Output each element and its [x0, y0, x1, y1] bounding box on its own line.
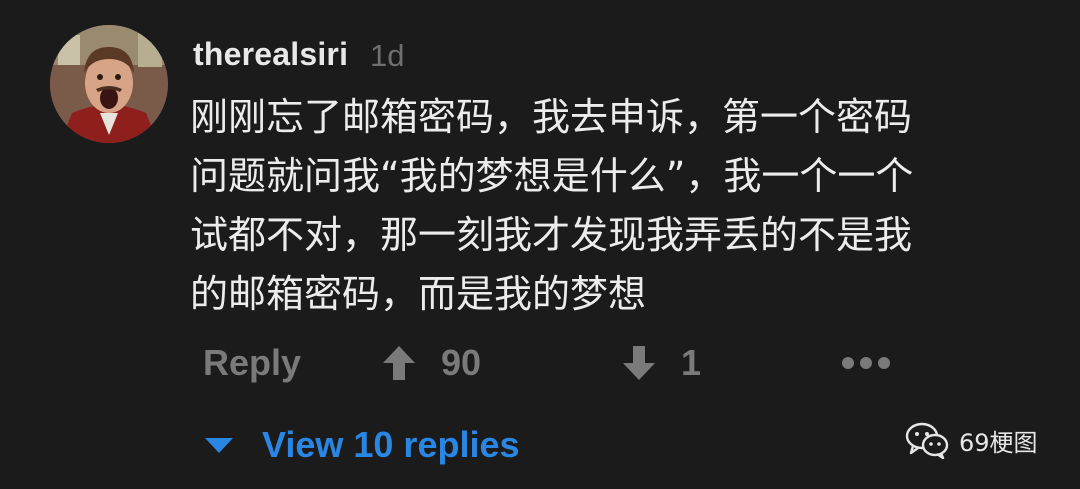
comment-body: 刚刚忘了邮箱密码，我去申诉，第一个密码 问题就问我“我的梦想是什么”，我一个一个…	[190, 88, 1030, 324]
timestamp: 1d	[370, 38, 405, 73]
downvote-button[interactable]: 1	[621, 338, 701, 388]
upvote-count: 90	[441, 342, 482, 383]
upvote-button[interactable]: 90	[381, 338, 481, 388]
downvote-count: 1	[681, 342, 702, 383]
watermark: 69梗图	[905, 418, 1038, 462]
user-avatar[interactable]	[50, 25, 168, 143]
watermark-label: 69梗图	[959, 428, 1038, 457]
avatar-image	[50, 25, 168, 143]
view-replies-link[interactable]: View 10 replies	[204, 420, 520, 470]
comment-body-line: 试都不对，那一刻我才发现我弄丢的不是我	[190, 213, 913, 257]
username[interactable]: therealsiri	[193, 36, 348, 73]
reply-button[interactable]: Reply	[203, 338, 301, 388]
reply-label: Reply	[203, 342, 302, 383]
more-options-button[interactable]	[842, 338, 890, 388]
view-replies-label: View 10 replies	[262, 424, 520, 465]
arrow-up-icon	[383, 346, 415, 380]
wechat-icon	[905, 422, 949, 459]
comment-body-line: 问题就问我“我的梦想是什么”，我一个一个	[190, 154, 914, 198]
arrow-down-icon	[623, 346, 655, 380]
caret-down-icon	[205, 438, 233, 453]
comment-body-line: 的邮箱密码，而是我的梦想	[190, 272, 647, 316]
more-horizontal-icon	[842, 357, 890, 369]
comment-card: therealsiri 1d 刚刚忘了邮箱密码，我去申诉，第一个密码 问题就问我…	[0, 0, 1080, 489]
comment-body-line: 刚刚忘了邮箱密码，我去申诉，第一个密码	[190, 95, 913, 139]
